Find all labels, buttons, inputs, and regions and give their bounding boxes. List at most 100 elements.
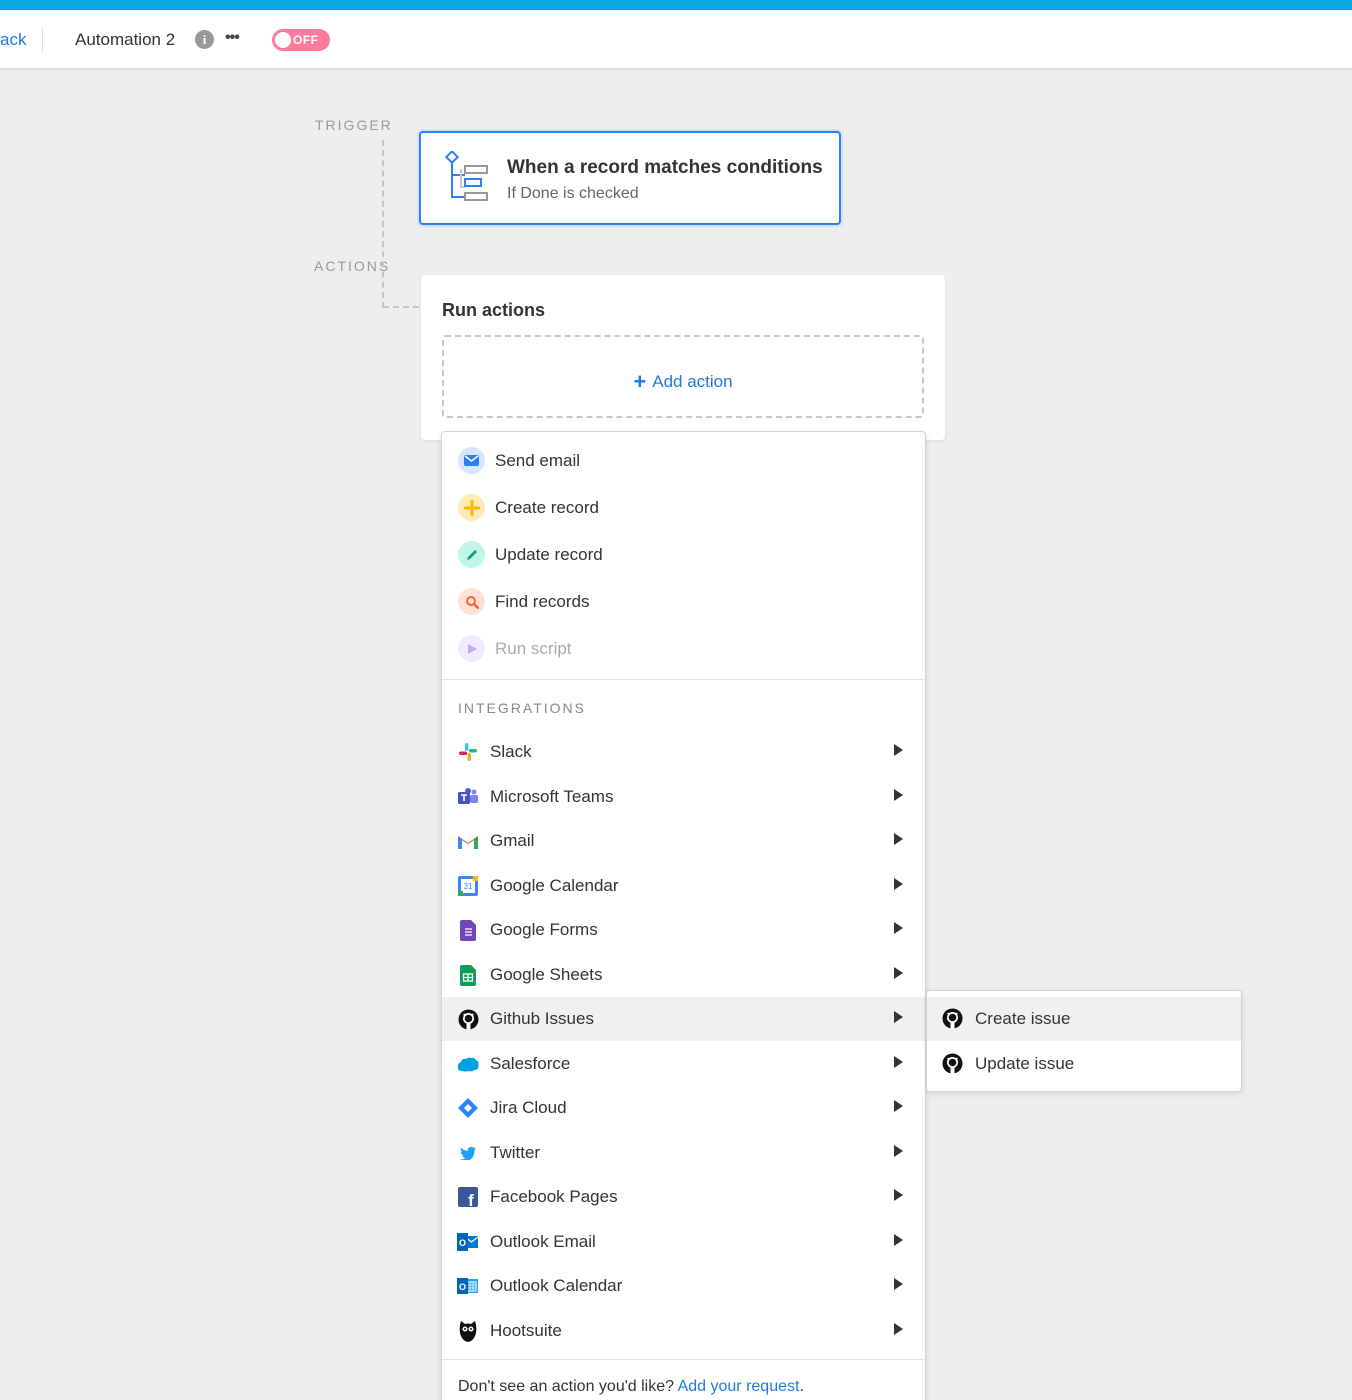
- integration-label: Hootsuite: [490, 1321, 562, 1340]
- integration-twitter[interactable]: Twitter: [442, 1131, 925, 1175]
- chevron-right-icon: [894, 1100, 903, 1112]
- chevron-right-icon: [894, 1056, 903, 1068]
- automation-toggle[interactable]: OFF: [272, 29, 330, 51]
- top-accent-bar: [0, 0, 1352, 10]
- integration-label: Twitter: [490, 1143, 541, 1162]
- integration-label: Microsoft Teams: [490, 787, 614, 806]
- chevron-right-icon: [894, 1145, 903, 1157]
- integration-gmail[interactable]: Gmail: [442, 819, 925, 863]
- chevron-right-icon: [894, 1323, 903, 1335]
- footer-text: Don't see an action you'd like?: [458, 1378, 678, 1395]
- integration-label: Outlook Calendar: [490, 1276, 623, 1295]
- integration-outlook-email[interactable]: O Outlook Email: [442, 1220, 925, 1264]
- play-icon: [458, 635, 485, 662]
- integration-google-calendar[interactable]: 31 Google Calendar: [442, 864, 925, 908]
- slack-icon: [457, 741, 479, 763]
- submenu-item-label: Update issue: [975, 1054, 1075, 1073]
- actions-section-label: ACTIONS: [314, 258, 391, 274]
- header-bar: ack Automation 2 i ••• OFF: [0, 10, 1352, 69]
- submenu-item-create-issue[interactable]: Create issue: [927, 997, 1241, 1041]
- integration-label: Gmail: [490, 831, 535, 850]
- integration-label: Outlook Email: [490, 1232, 596, 1251]
- github-icon: [942, 1053, 964, 1075]
- submenu-item-label: Create issue: [975, 1009, 1071, 1028]
- actions-title: Run actions: [442, 300, 546, 320]
- menu-item-label: Find records: [495, 592, 590, 611]
- svg-text:O: O: [459, 1238, 466, 1248]
- flow-connector-horizontal: [383, 306, 419, 308]
- toggle-label: OFF: [293, 33, 319, 47]
- integration-google-sheets[interactable]: Google Sheets: [442, 953, 925, 997]
- outlook-email-icon: O: [457, 1231, 479, 1253]
- conditions-tree-icon: [444, 151, 488, 201]
- chevron-right-icon: [894, 1278, 903, 1290]
- submenu-item-update-issue[interactable]: Update issue: [927, 1042, 1241, 1086]
- menu-footer: Don't see an action you'd like? Add your…: [458, 1378, 804, 1396]
- integration-label: Google Forms: [490, 920, 598, 939]
- chevron-right-icon: [894, 744, 903, 756]
- automation-title[interactable]: Automation 2: [75, 30, 175, 50]
- integration-facebook-pages[interactable]: f Facebook Pages: [442, 1175, 925, 1219]
- menu-item-label: Run script: [495, 639, 572, 658]
- trigger-card[interactable]: When a record matches conditions If Done…: [419, 131, 841, 225]
- add-action-menu: Send email Create record Update record F…: [441, 431, 926, 1400]
- facebook-icon: f: [457, 1186, 479, 1208]
- menu-divider: [442, 679, 925, 680]
- menu-item-send-email[interactable]: Send email: [442, 439, 925, 483]
- search-icon: [458, 588, 485, 615]
- integration-label: Google Sheets: [490, 965, 603, 984]
- back-link[interactable]: ack: [0, 30, 26, 50]
- integrations-heading: INTEGRATIONS: [458, 700, 586, 716]
- google-calendar-icon: 31: [457, 875, 479, 897]
- chevron-right-icon: [894, 1011, 903, 1023]
- integration-microsoft-teams[interactable]: Microsoft Teams: [442, 775, 925, 819]
- menu-item-label: Update record: [495, 545, 603, 564]
- plus-icon: +: [633, 369, 647, 394]
- integration-hootsuite[interactable]: Hootsuite: [442, 1309, 925, 1353]
- chevron-right-icon: [894, 833, 903, 845]
- more-options-icon[interactable]: •••: [225, 29, 240, 47]
- chevron-right-icon: [894, 1189, 903, 1201]
- chevron-right-icon: [894, 922, 903, 934]
- add-action-label: Add action: [652, 372, 733, 391]
- info-icon[interactable]: i: [195, 30, 214, 49]
- jira-icon: [457, 1097, 479, 1119]
- pencil-icon: [458, 541, 485, 568]
- integration-label: Github Issues: [490, 1009, 594, 1028]
- chevron-right-icon: [894, 1234, 903, 1246]
- integration-jira-cloud[interactable]: Jira Cloud: [442, 1086, 925, 1130]
- outlook-calendar-icon: O: [457, 1275, 479, 1297]
- menu-item-label: Create record: [495, 498, 599, 517]
- integration-label: Jira Cloud: [490, 1098, 567, 1117]
- menu-item-label: Send email: [495, 451, 581, 470]
- github-icon: [457, 1008, 479, 1030]
- salesforce-icon: [457, 1053, 479, 1075]
- hootsuite-icon: [457, 1320, 479, 1342]
- integration-google-forms[interactable]: Google Forms: [442, 908, 925, 952]
- integration-label: Facebook Pages: [490, 1187, 618, 1206]
- actions-card: Run actions + Add action: [421, 275, 945, 440]
- plus-icon: [458, 494, 485, 521]
- integration-github-issues[interactable]: Github Issues: [442, 997, 925, 1041]
- integration-outlook-calendar[interactable]: O Outlook Calendar: [442, 1264, 925, 1308]
- add-request-link[interactable]: Add your request: [678, 1378, 800, 1395]
- menu-item-update-record[interactable]: Update record: [442, 533, 925, 577]
- integration-slack[interactable]: Slack: [442, 730, 925, 774]
- integration-salesforce[interactable]: Salesforce: [442, 1042, 925, 1086]
- svg-text:O: O: [459, 1282, 466, 1292]
- trigger-section-label: TRIGGER: [315, 117, 393, 133]
- header-divider: [42, 28, 43, 52]
- integration-label: Salesforce: [490, 1054, 571, 1073]
- google-sheets-icon: [457, 964, 479, 986]
- gmail-icon: [457, 830, 479, 852]
- chevron-right-icon: [894, 878, 903, 890]
- microsoft-teams-icon: [457, 786, 479, 808]
- add-action-button[interactable]: + Add action: [442, 335, 924, 418]
- menu-item-find-records[interactable]: Find records: [442, 580, 925, 624]
- github-issues-submenu: Create issue Update issue: [926, 990, 1242, 1092]
- toggle-knob: [275, 32, 291, 48]
- trigger-subtitle: If Done is checked: [507, 185, 639, 202]
- menu-item-create-record[interactable]: Create record: [442, 486, 925, 530]
- integration-label: Google Calendar: [490, 876, 619, 895]
- menu-item-run-script[interactable]: Run script: [442, 627, 925, 671]
